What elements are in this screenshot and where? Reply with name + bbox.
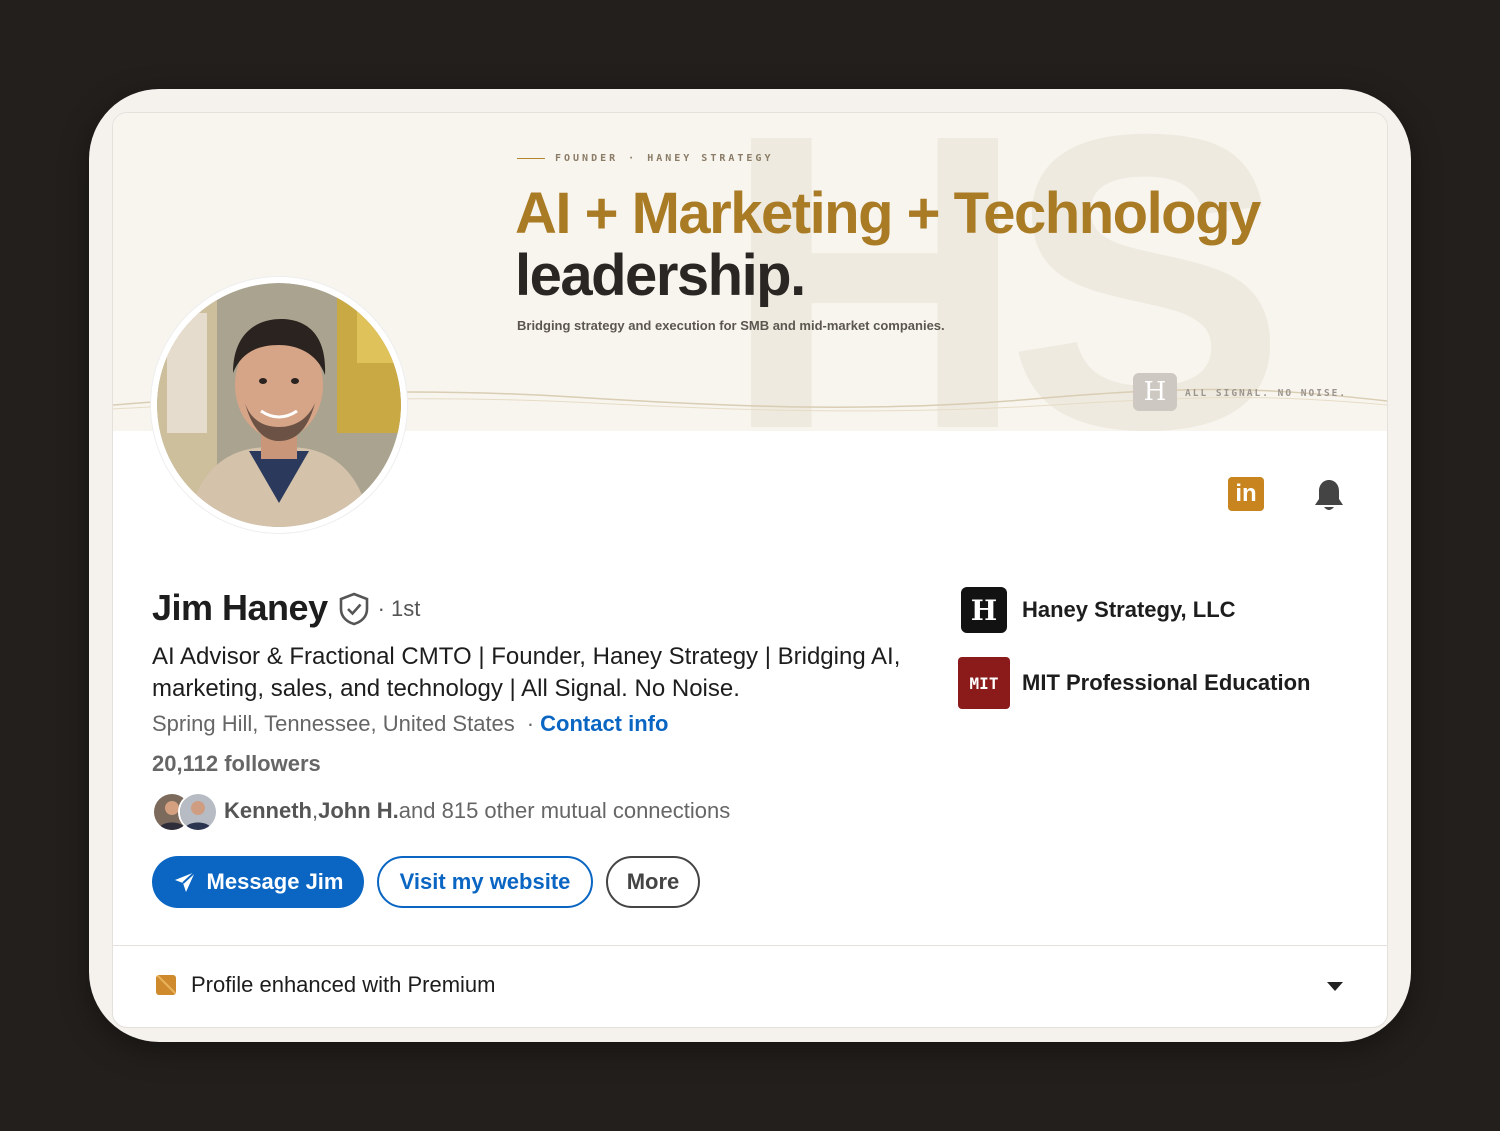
mutual-name-1: Kenneth — [224, 798, 312, 823]
message-button[interactable]: Message Jim — [152, 856, 364, 908]
eyebrow-role: FOUNDER — [555, 153, 619, 164]
banner-subtitle: Bridging strategy and execution for SMB … — [517, 318, 945, 333]
premium-badge-icon — [156, 975, 176, 995]
mutual-name-2: John H. — [318, 798, 399, 823]
message-button-label: Message Jim — [206, 869, 344, 894]
location-row: Spring Hill, Tennessee, United States · Co… — [152, 711, 668, 737]
banner-headline-line1: AI + Marketing + Technology — [515, 181, 1261, 246]
premium-label: Profile enhanced with Premium — [191, 972, 496, 997]
more-button[interactable]: More — [606, 856, 700, 908]
more-button-label: More — [626, 869, 680, 894]
mutual-rest: and 815 other mutual connections — [398, 798, 731, 823]
visit-website-label: Visit my website — [399, 869, 571, 894]
connection-degree: · 1st — [377, 596, 421, 621]
eyebrow-company: HANEY STRATEGY — [647, 153, 774, 164]
profile-name: Jim Haney — [152, 587, 328, 628]
contact-info-link[interactable]: Contact info — [540, 711, 668, 736]
haney-strategy-logo: H — [961, 587, 1007, 633]
section-divider — [113, 945, 1387, 946]
premium-row[interactable]: Profile enhanced with Premium — [156, 972, 495, 998]
profile-headline: AI Advisor & Fractional CMTO | Founder, … — [152, 643, 901, 702]
profile-avatar[interactable] — [151, 277, 407, 533]
follower-count: 20,112 followers — [152, 751, 321, 776]
mutual-connections[interactable]: Kenneth, John H. and 815 other mutual co… — [152, 792, 731, 832]
eyebrow-rule — [517, 158, 545, 159]
banner-headline-line2: leadership. — [515, 243, 806, 308]
avatar-photo — [157, 283, 401, 527]
company-name: Haney Strategy, LLC — [1022, 597, 1236, 622]
chevron-down-icon[interactable] — [1327, 982, 1343, 992]
linkedin-icon[interactable]: in — [1228, 477, 1264, 511]
banner-eyebrow: FOUNDER · HANEY STRATEGY — [517, 153, 773, 164]
send-icon — [174, 871, 196, 892]
mutual-avatars — [152, 792, 218, 832]
company-haney-strategy[interactable]: H Haney Strategy, LLC — [958, 587, 1236, 633]
name-row: Jim Haney · 1st — [152, 587, 420, 629]
profile-card: HS FOUNDER · HANEY STRATEGY AI + Marketi… — [113, 113, 1387, 1027]
bell-icon[interactable] — [1311, 477, 1347, 513]
company-mit-professional-education[interactable]: MIT MIT Professional Education — [958, 657, 1310, 709]
company-name: MIT Professional Education — [1022, 670, 1311, 695]
profile-location: Spring Hill, Tennessee, United States — [152, 711, 515, 736]
mit-logo: MIT — [958, 657, 1010, 709]
banner-tagline: ALL SIGNAL. NO NOISE. — [1185, 388, 1348, 399]
location-separator: · — [526, 711, 535, 736]
visit-website-button[interactable]: Visit my website — [377, 856, 593, 908]
mutual-avatar-2 — [178, 792, 218, 832]
verified-shield-icon[interactable] — [338, 592, 370, 626]
banner-logo: H — [1133, 373, 1177, 411]
eyebrow-separator: · — [628, 153, 638, 164]
